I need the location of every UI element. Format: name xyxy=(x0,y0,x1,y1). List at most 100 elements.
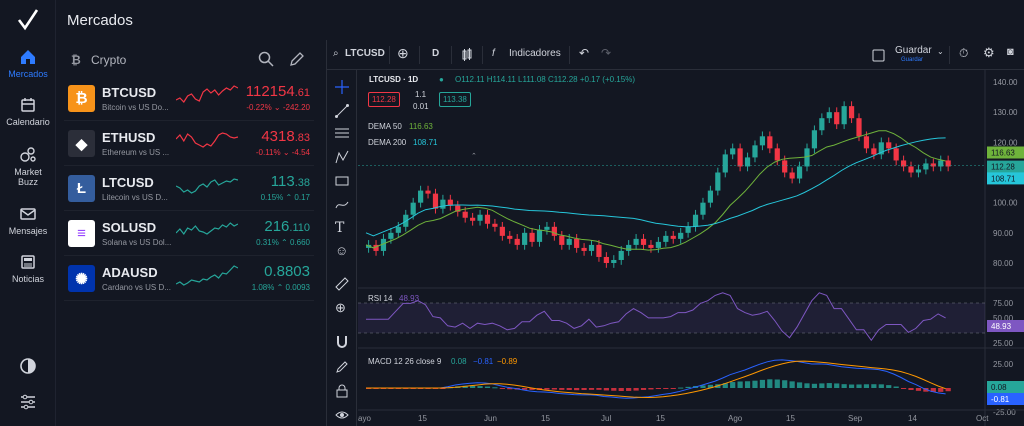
macd-bar xyxy=(633,388,639,391)
candle xyxy=(655,241,661,248)
price-label: 116.63 xyxy=(991,148,1015,157)
time-tick: 15 xyxy=(786,414,795,423)
candle xyxy=(522,232,528,245)
lock-pencil-icon[interactable] xyxy=(335,360,349,374)
buzz-icon xyxy=(20,147,36,162)
price-label: 112.28 xyxy=(991,163,1015,172)
candle xyxy=(388,232,394,239)
macd-label: MACD 12 26 close 9 xyxy=(368,357,442,366)
brand-logo[interactable] xyxy=(17,9,39,31)
macd-bar xyxy=(752,380,758,388)
price-label: 108.71 xyxy=(991,174,1016,183)
candle xyxy=(440,199,446,209)
sell-price-box[interactable]: 112.28 xyxy=(368,92,400,107)
trend-line-icon[interactable] xyxy=(335,104,349,118)
chevron-down-icon[interactable]: ⌄ xyxy=(937,47,944,56)
macd-bar xyxy=(938,388,944,392)
nav-item-calendario[interactable]: Calendario xyxy=(0,96,56,127)
brush-icon[interactable] xyxy=(335,198,349,212)
chart-legend-title: LTCUSD · 1D xyxy=(369,75,419,84)
candle xyxy=(551,226,557,236)
crosshair-icon[interactable] xyxy=(335,80,349,94)
watchlist-row[interactable]: Ł LTCUSD Litecoin vs US D... 113.38 0.15% ⌃ … xyxy=(64,170,314,211)
zoom-icon[interactable]: ⊕ xyxy=(335,300,349,315)
text-tool-icon[interactable]: T xyxy=(335,220,349,236)
alert-icon[interactable]: ⏱ xyxy=(959,46,968,61)
search-icon[interactable] xyxy=(258,51,274,67)
time-tick: Ago xyxy=(728,414,743,423)
candle xyxy=(930,163,936,167)
buy-price-box[interactable]: 113.38 xyxy=(439,92,471,107)
watchlist-row[interactable]: ₿ BTCUSD Bitcoin vs US Do... 112154.61 -0.22… xyxy=(64,80,314,121)
macd-bar xyxy=(551,388,557,390)
nav-item-mensajes[interactable]: Mensajes xyxy=(0,205,56,236)
watchlist-row[interactable]: ≡ SOLUSD Solana vs US Dol... 216.110 0.31% ⌃… xyxy=(64,215,314,256)
eye-icon[interactable] xyxy=(335,408,349,422)
camera-icon[interactable]: ◙ xyxy=(1007,46,1014,58)
dema50-value: 116.63 xyxy=(409,122,433,131)
add-symbol-icon[interactable]: ⊕ xyxy=(397,45,409,62)
price-tick: 140.00 xyxy=(993,78,1018,87)
ruler-icon[interactable] xyxy=(335,277,349,291)
nav-item-noticias[interactable]: Noticias xyxy=(0,253,56,284)
macd-bar xyxy=(782,380,788,388)
indicators-button[interactable]: Indicadores xyxy=(509,48,561,59)
macd-bar xyxy=(900,388,907,389)
candle xyxy=(796,166,803,179)
macd-bar xyxy=(908,388,914,390)
save-button[interactable]: Guardar xyxy=(895,45,932,56)
macd-bar xyxy=(611,388,617,391)
pattern-icon[interactable] xyxy=(335,150,349,164)
nav-item-market-buzz[interactable]: Market Buzz xyxy=(0,146,56,187)
layout-icon[interactable] xyxy=(872,49,885,62)
candle xyxy=(670,235,676,239)
macd-bar xyxy=(655,388,661,389)
redo-icon[interactable]: ↷ xyxy=(601,46,611,60)
collapse-legend-icon[interactable]: ⌃ xyxy=(471,152,477,160)
price-chart[interactable]: 140.00130.00120.00110.00100.0090.0080.00… xyxy=(358,70,1024,426)
candle xyxy=(782,160,788,173)
indicators-icon[interactable]: f xyxy=(492,48,495,59)
symbol-search-icon[interactable]: ⌕ xyxy=(333,48,339,59)
settings-sliders-icon[interactable] xyxy=(18,392,38,412)
rsi-value: 48.93 xyxy=(399,294,420,303)
price-tick: 80.00 xyxy=(993,259,1014,268)
nav-item-mercados[interactable]: Mercados xyxy=(0,48,56,79)
lock-icon[interactable] xyxy=(335,384,349,398)
undo-icon[interactable]: ↶ xyxy=(579,46,589,60)
macd-bar xyxy=(588,388,595,390)
fib-icon[interactable] xyxy=(335,126,349,140)
candle xyxy=(663,235,669,242)
watchlist-row[interactable]: ✺ ADAUSD Cardano vs US D... 0.8803 1.08% ⌃ 0… xyxy=(64,260,314,301)
interval-selector[interactable]: D xyxy=(432,48,439,59)
candle xyxy=(759,136,766,146)
macd-bar xyxy=(767,379,773,388)
candle-type-icon[interactable] xyxy=(461,48,473,62)
gear-icon[interactable]: ⚙ xyxy=(983,45,995,61)
magnet-icon[interactable] xyxy=(335,335,349,349)
candle xyxy=(574,238,580,248)
row-change: 0.31% ⌃ 0.660 xyxy=(256,238,310,247)
row-symbol: ETHUSD xyxy=(102,130,156,145)
emoji-icon[interactable]: ☺ xyxy=(335,243,349,258)
edit-icon[interactable] xyxy=(289,51,305,67)
candle xyxy=(789,172,795,179)
symbol-selector[interactable]: LTCUSD xyxy=(345,48,385,59)
time-tick: Sep xyxy=(848,414,863,423)
time-tick: 15 xyxy=(418,414,427,423)
row-price: 216.110 xyxy=(264,218,310,235)
green-dot-icon: ● xyxy=(439,75,444,84)
candle xyxy=(819,118,825,131)
watchlist-category[interactable]: Crypto xyxy=(91,53,126,67)
candle xyxy=(700,202,706,215)
theme-toggle-icon[interactable] xyxy=(18,356,38,376)
watchlist-row[interactable]: ◆ ETHUSD Ethereum vs US ... 4318.83 -0.11% ⌄… xyxy=(64,125,314,166)
candle xyxy=(707,190,713,203)
candle xyxy=(425,190,431,194)
projection-icon[interactable] xyxy=(335,174,349,188)
macd-bar xyxy=(626,388,632,391)
macd-tick: 25.00 xyxy=(993,360,1014,369)
macd-bar xyxy=(678,387,684,389)
watchlist-header: ₿ Crypto xyxy=(60,40,314,78)
dema50-label: DEMA 50 xyxy=(368,122,402,131)
